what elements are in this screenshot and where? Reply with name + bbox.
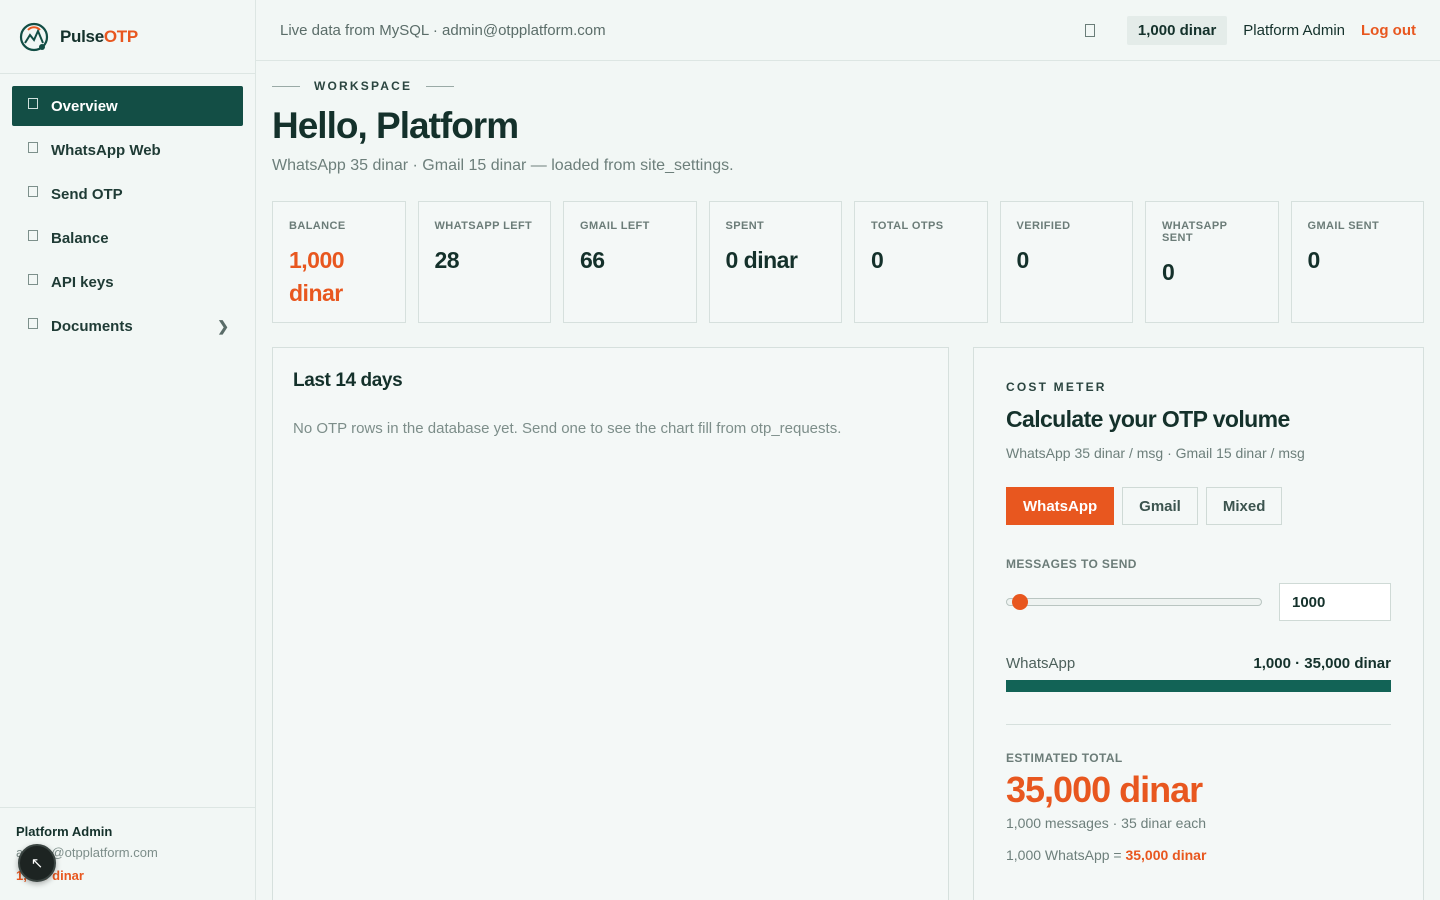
square-icon xyxy=(28,97,38,109)
mode-mixed-button[interactable]: Mixed xyxy=(1205,487,1283,525)
stat-value: 66 xyxy=(580,247,605,273)
sidebar-item-label: WhatsApp Web xyxy=(51,141,161,159)
breakdown-label: WhatsApp xyxy=(1006,655,1076,672)
live-data-status: Live data from MySQL · admin@otpplatform… xyxy=(280,21,606,39)
eyebrow-text: WORKSPACE xyxy=(314,79,413,93)
brand-name: PulseOTP xyxy=(60,26,138,46)
breakdown-bar xyxy=(1006,680,1391,692)
stat-whatsapp-sent: WHATSAPP SENT 0 xyxy=(1145,201,1279,323)
stat-value: 1,000 dinar xyxy=(289,247,345,306)
stat-spent: SPENT 0 dinar xyxy=(708,201,842,323)
estimated-sub: 1,000 messages · 35 dinar each xyxy=(1006,815,1207,831)
activity-chart-card: Last 14 days No OTP rows in the database… xyxy=(272,347,949,900)
formula-total: 35,000 dinar xyxy=(1125,847,1207,863)
chevron-right-icon: ❯ xyxy=(217,317,229,334)
stat-balance: BALANCE 1,000 dinar xyxy=(272,201,406,323)
breakdown-value: 1,000 · 35,000 dinar xyxy=(1253,655,1391,672)
cost-meter-rates: WhatsApp 35 dinar / msg · Gmail 15 dinar… xyxy=(1006,445,1305,461)
square-icon xyxy=(28,317,38,329)
stat-value: 28 xyxy=(434,247,460,273)
sidebar-item-label: Documents xyxy=(51,317,133,335)
stat-value: 0 xyxy=(1016,247,1030,273)
sidebar-item-label: Overview xyxy=(51,97,118,115)
stat-value: 0 dinar xyxy=(725,247,798,273)
user-name: Platform Admin xyxy=(16,824,113,839)
page-subtitle: WhatsApp 35 dinar · Gmail 15 dinar — loa… xyxy=(272,157,734,174)
stat-label: WHATSAPP SENT xyxy=(1162,220,1228,244)
estimated-total: 35,000 dinar xyxy=(1006,769,1203,810)
square-icon xyxy=(28,141,38,153)
stat-label: GMAIL LEFT xyxy=(580,220,650,232)
square-icon xyxy=(28,273,38,285)
chart-empty-state: No OTP rows in the database yet. Send on… xyxy=(293,420,842,437)
page-title: Hello, Platform xyxy=(272,105,519,146)
sidebar: PulseOTP Overview WhatsApp Web Send OTP … xyxy=(0,0,256,900)
breakdown-bar-fill xyxy=(1006,680,1391,692)
divider xyxy=(1006,724,1391,725)
sidebar-item-documents[interactable]: Documents ❯ xyxy=(12,306,243,346)
stat-total-otps: TOTAL OTPS 0 xyxy=(854,201,988,323)
stat-label: VERIFIED xyxy=(1016,220,1071,232)
sidebar-item-api-keys[interactable]: API keys xyxy=(12,262,243,302)
messages-input[interactable]: 1000 xyxy=(1279,583,1391,621)
main-content: WORKSPACE Hello, Platform WhatsApp 35 di… xyxy=(272,61,1424,900)
chart-title: Last 14 days xyxy=(293,370,403,391)
mode-whatsapp-button[interactable]: WhatsApp xyxy=(1006,487,1115,525)
stat-label: TOTAL OTPS xyxy=(871,220,944,232)
square-icon xyxy=(28,185,38,197)
sidebar-item-send-otp[interactable]: Send OTP xyxy=(12,174,243,214)
brand[interactable]: PulseOTP xyxy=(0,0,255,74)
bell-icon[interactable] xyxy=(1084,23,1095,37)
eyebrow: WORKSPACE xyxy=(272,79,1424,93)
sidebar-nav: Overview WhatsApp Web Send OTP Balance A… xyxy=(0,74,255,346)
cost-meter-title: Calculate your OTP volume xyxy=(1006,406,1290,432)
messages-slider[interactable] xyxy=(1006,594,1262,610)
channel-selector: WhatsApp Gmail Mixed xyxy=(1006,487,1391,525)
slider-thumb[interactable] xyxy=(1011,594,1028,610)
topbar: Live data from MySQL · admin@otpplatform… xyxy=(256,0,1440,61)
sidebar-item-label: API keys xyxy=(51,273,114,291)
admin-name: Platform Admin xyxy=(1243,21,1346,39)
topbar-actions: 1,000 dinar Platform Admin Log out xyxy=(1084,15,1440,45)
breakdown-row: WhatsApp 1,000 · 35,000 dinar xyxy=(1006,655,1391,672)
stat-verified: VERIFIED 0 xyxy=(999,201,1133,323)
eyebrow-line xyxy=(426,85,455,87)
stat-value: 0 xyxy=(1307,247,1321,273)
stat-label: GMAIL SENT xyxy=(1307,220,1380,232)
square-icon xyxy=(28,229,38,241)
sidebar-item-label: Balance xyxy=(51,229,109,247)
stat-value: 0 xyxy=(1162,259,1175,285)
messages-control: 1000 xyxy=(1006,583,1391,621)
sidebar-item-whatsapp-web[interactable]: WhatsApp Web xyxy=(12,130,243,170)
content-row: Last 14 days No OTP rows in the database… xyxy=(272,347,1424,900)
sidebar-item-balance[interactable]: Balance xyxy=(12,218,243,258)
stat-label: WHATSAPP LEFT xyxy=(434,220,533,232)
cursor-icon[interactable]: ↖ xyxy=(18,844,56,882)
sidebar-footer: Platform Admin admin@otpplatform.com 1,0… xyxy=(0,807,255,900)
cost-meter-card: COST METER Calculate your OTP volume Wha… xyxy=(973,347,1424,900)
stat-value: 0 xyxy=(871,247,884,273)
sidebar-item-overview[interactable]: Overview xyxy=(12,86,243,126)
logout-link[interactable]: Log out xyxy=(1361,22,1416,39)
balance-chip: 1,000 dinar xyxy=(1126,15,1228,45)
cost-meter-eyebrow: COST METER xyxy=(1006,380,1107,394)
formula-prefix: 1,000 WhatsApp = xyxy=(1006,847,1126,863)
mode-gmail-button[interactable]: Gmail xyxy=(1122,487,1198,525)
stat-gmail-sent: GMAIL SENT 0 xyxy=(1290,201,1424,323)
stats-row: BALANCE 1,000 dinar WHATSAPP LEFT 28 GMAIL… xyxy=(272,201,1424,323)
estimated-label: ESTIMATED TOTAL xyxy=(1006,751,1123,765)
estimated-formula: 1,000 WhatsApp = 35,000 dinar xyxy=(1006,847,1391,863)
stat-gmail-left: GMAIL LEFT 66 xyxy=(563,201,697,323)
eyebrow-line xyxy=(272,85,300,87)
stat-label: SPENT xyxy=(725,220,765,232)
stat-label: BALANCE xyxy=(289,220,346,232)
sidebar-item-label: Send OTP xyxy=(51,185,123,203)
messages-label: MESSAGES TO SEND xyxy=(1006,557,1137,571)
pulse-logo-icon xyxy=(19,22,49,51)
stat-whatsapp-left: WHATSAPP LEFT 28 xyxy=(417,201,551,323)
